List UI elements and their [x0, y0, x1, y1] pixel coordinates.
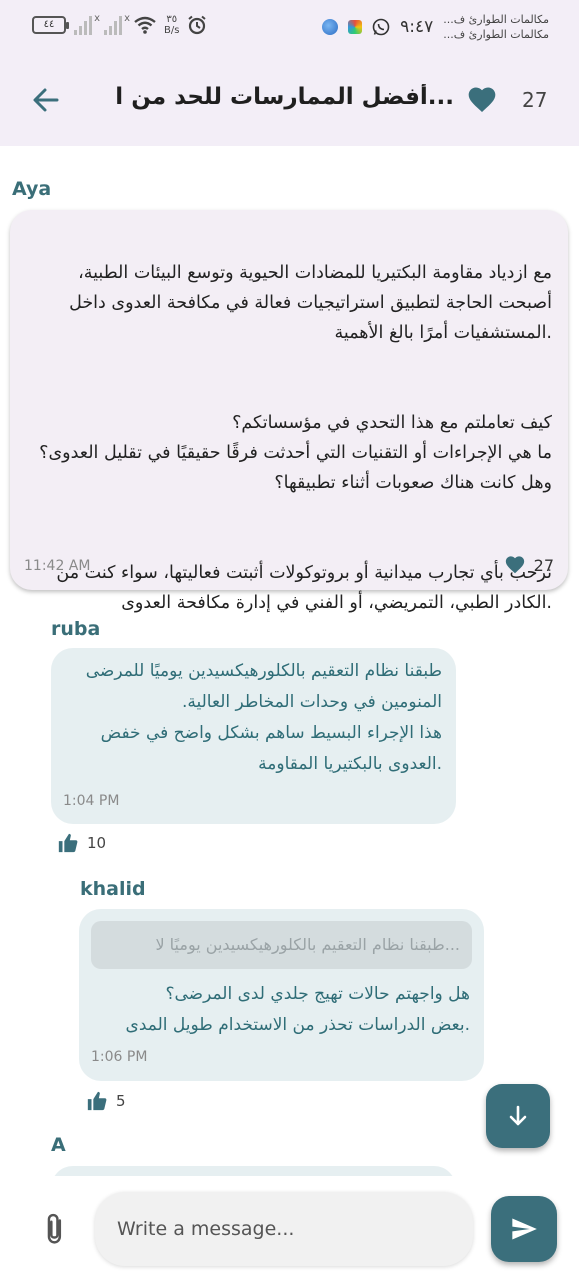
send-icon — [512, 1218, 537, 1240]
heart-icon[interactable] — [466, 84, 498, 116]
post-time: 11:42 AM — [24, 558, 91, 574]
paperclip-icon[interactable] — [40, 1212, 70, 1246]
whatsapp-icon — [372, 18, 390, 36]
message-input[interactable] — [95, 1192, 473, 1266]
reply-time: 1:06 PM — [91, 1049, 148, 1065]
alarm-icon — [188, 15, 207, 35]
status-icons-left: ٤٤ x x ٣٥ B/s — [32, 13, 207, 36]
composer-bar — [0, 1176, 579, 1280]
post-paragraph: كيف تعاملتم مع هذا التحدي في مؤسساتكم؟ م… — [39, 413, 552, 493]
post-likes-count: 27 — [533, 555, 554, 575]
thumbs-up-icon — [87, 1091, 107, 1111]
message-list[interactable]: Aya مع ازدياد مقاومة البكتيريا للمضادات … — [0, 146, 579, 1176]
network-speed: ٣٥ B/s — [164, 14, 180, 36]
status-icons-right: ٩:٤٧ مكالمات الطوارئ ف... مكالمات الطوار… — [322, 12, 549, 42]
wifi-icon — [134, 16, 156, 34]
post-body: مع ازدياد مقاومة البكتيريا للمضادات الحي… — [24, 228, 552, 648]
reply-text: طبقنا نظام التعقيم بالكلورهيكسيدين يوميً… — [85, 661, 442, 774]
notification-text: مكالمات الطوارئ ف... مكالمات الطوارئ ف..… — [443, 13, 549, 41]
app-icon — [348, 20, 363, 34]
signal-icon: x — [74, 13, 100, 35]
reply-likes-count: 5 — [116, 1092, 126, 1110]
post-paragraph: نرحب بأي تجارب ميدانية أو بروتوكولات أثب… — [56, 563, 552, 613]
post-paragraph: مع ازدياد مقاومة البكتيريا للمضادات الحي… — [69, 263, 552, 343]
arrow-left-icon — [33, 88, 59, 112]
reply-bubble — [51, 1166, 456, 1176]
signal-icon-2: x — [104, 13, 130, 35]
reply-author: ruba — [51, 618, 101, 640]
battery-icon: ٤٤ — [32, 16, 69, 34]
scroll-down-button[interactable] — [486, 1084, 550, 1148]
reply-likes-count: 10 — [87, 834, 107, 852]
browser-icon — [322, 19, 339, 35]
back-button[interactable] — [26, 80, 66, 120]
reply-like-button[interactable]: 5 — [86, 1090, 126, 1112]
reply-author: khalid — [80, 878, 146, 900]
reply-text: هل واجهتم حالات تهيج جلدي لدى المرضى؟ .ب… — [125, 984, 470, 1035]
quoted-message[interactable]: ...طبقنا نظام التعقيم بالكلورهيكسيدين يو… — [91, 921, 472, 969]
send-button[interactable] — [491, 1196, 557, 1262]
page-title: ...أفضل الممارسات للحد من ا — [115, 84, 454, 110]
post-author: Aya — [12, 178, 52, 200]
reply-like-button[interactable]: 10 — [57, 832, 106, 854]
app-header: ...أفضل الممارسات للحد من ا 27 — [0, 58, 579, 146]
status-time: ٩:٤٧ — [400, 17, 434, 37]
reply-author: A — [51, 1134, 66, 1156]
thumbs-up-icon — [58, 833, 78, 853]
reply-time: 1:04 PM — [63, 793, 120, 809]
status-bar: ٤٤ x x ٣٥ B/s ٩:٤٧ مكالمات الطوارئ ف... م… — [0, 0, 579, 58]
arrow-down-icon — [509, 1105, 527, 1126]
reply-bubble: طبقنا نظام التعقيم بالكلورهيكسيدين يوميً… — [51, 648, 456, 824]
post-like-button[interactable]: 27 — [504, 554, 554, 576]
original-post: مع ازدياد مقاومة البكتيريا للمضادات الحي… — [10, 210, 568, 613]
header-likes-count: 27 — [522, 88, 548, 112]
reply-bubble: ...طبقنا نظام التعقيم بالكلورهيكسيدين يو… — [79, 909, 484, 1081]
heart-icon — [505, 556, 524, 574]
